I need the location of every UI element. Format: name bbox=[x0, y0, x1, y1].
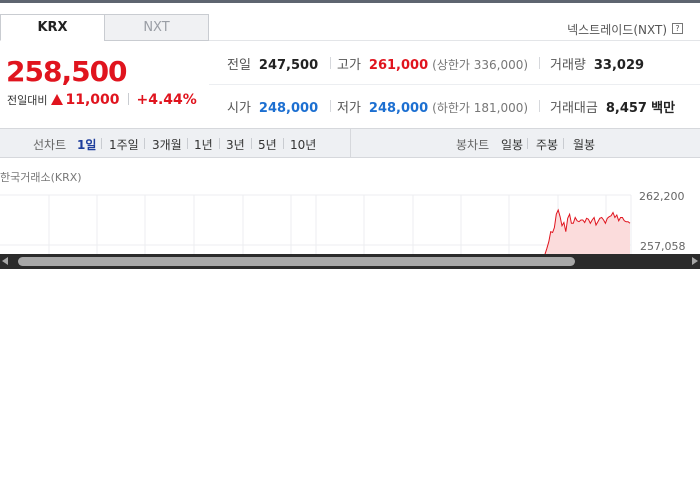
nxt-link[interactable]: 넥스트레이드(NXT) bbox=[567, 21, 683, 38]
stat-open: 시가 248,000 bbox=[227, 97, 318, 116]
top-rule bbox=[0, 0, 700, 3]
divider bbox=[127, 93, 129, 105]
divider bbox=[251, 138, 252, 149]
intraday-chart: 262,200 257,058 bbox=[0, 185, 700, 255]
exchange-label: 한국거래소(KRX) bbox=[0, 171, 82, 184]
period-1d[interactable]: 1일 bbox=[77, 136, 96, 153]
stat-high: 고가 261,000 (상한가 336,000) bbox=[337, 54, 528, 73]
horizontal-scrollbar[interactable] bbox=[0, 254, 700, 269]
line-chart-title: 선차트 bbox=[33, 138, 67, 152]
period-3y[interactable]: 3년 bbox=[226, 136, 245, 153]
price-change-row: 전일대비 11,000 +4.44% bbox=[7, 92, 197, 108]
divider bbox=[330, 57, 331, 69]
candle-chart-title: 봉차트 bbox=[456, 138, 490, 152]
tab-underline bbox=[209, 40, 700, 41]
divider bbox=[219, 138, 220, 149]
tab-nxt[interactable]: NXT bbox=[104, 14, 209, 41]
help-icon[interactable]: ? bbox=[672, 23, 683, 34]
divider bbox=[144, 138, 145, 149]
toolbar-split bbox=[350, 129, 351, 157]
tab-krx[interactable]: KRX bbox=[0, 14, 105, 41]
y-tick-label-bottom: 257,058 bbox=[640, 240, 686, 253]
stat-value: 248,000 bbox=[368, 101, 429, 116]
stat-label: 시가 bbox=[227, 101, 251, 116]
candle-monthly[interactable]: 월봉 bbox=[573, 136, 595, 153]
candle-daily[interactable]: 일봉 bbox=[501, 136, 523, 153]
divider bbox=[563, 138, 564, 149]
divider bbox=[539, 100, 540, 112]
y-tick-label-top: 262,200 bbox=[639, 190, 685, 203]
period-1w[interactable]: 1주일 bbox=[109, 136, 139, 153]
stat-label: 거래량 bbox=[550, 58, 586, 73]
chart-svg bbox=[0, 194, 632, 255]
lower-limit: (하한가 181,000) bbox=[432, 101, 529, 115]
stat-prev-close: 전일 247,500 bbox=[227, 54, 318, 73]
stat-value: 261,000 bbox=[368, 58, 429, 73]
change-percent: +4.44% bbox=[136, 92, 197, 108]
period-1y[interactable]: 1년 bbox=[194, 136, 213, 153]
change-label: 전일대비 bbox=[7, 94, 48, 107]
stat-label: 저가 bbox=[337, 101, 361, 116]
scrollbar-thumb[interactable] bbox=[18, 257, 575, 266]
candle-weekly[interactable]: 주봉 bbox=[536, 136, 558, 153]
change-amount: 11,000 bbox=[65, 92, 120, 108]
divider bbox=[283, 138, 284, 149]
chart-toolbar: 선차트 1일 1주일 3개월 1년 3년 5년 10년 봉차트 일봉 주봉 월봉 bbox=[0, 128, 700, 158]
period-3m[interactable]: 3개월 bbox=[152, 136, 182, 153]
divider bbox=[527, 138, 528, 149]
nxt-link-label: 넥스트레이드(NXT) bbox=[567, 23, 667, 37]
stat-label: 고가 bbox=[337, 58, 361, 73]
stats-divider bbox=[209, 84, 700, 85]
up-triangle-icon bbox=[51, 94, 64, 105]
stat-value: 8,457 bbox=[605, 101, 647, 116]
stat-unit: 백만 bbox=[651, 101, 676, 116]
scroll-left-arrow-icon[interactable] bbox=[2, 257, 8, 265]
current-price: 258,500 bbox=[6, 55, 128, 88]
stat-trade-value: 거래대금 8,457 백만 bbox=[550, 97, 675, 116]
stat-low: 저가 248,000 (하한가 181,000) bbox=[337, 97, 528, 116]
period-5y[interactable]: 5년 bbox=[258, 136, 277, 153]
stat-value: 33,029 bbox=[593, 58, 645, 73]
divider bbox=[101, 138, 102, 149]
divider bbox=[187, 138, 188, 149]
stat-value: 248,000 bbox=[258, 101, 319, 116]
upper-limit: (상한가 336,000) bbox=[432, 58, 529, 72]
stat-label: 전일 bbox=[227, 58, 251, 73]
scroll-right-arrow-icon[interactable] bbox=[692, 257, 698, 265]
stat-value: 247,500 bbox=[258, 58, 319, 73]
period-10y[interactable]: 10년 bbox=[290, 136, 316, 153]
stat-volume: 거래량 33,029 bbox=[550, 54, 644, 73]
stat-label: 거래대금 bbox=[550, 101, 598, 116]
divider bbox=[539, 57, 540, 69]
divider bbox=[330, 100, 331, 112]
